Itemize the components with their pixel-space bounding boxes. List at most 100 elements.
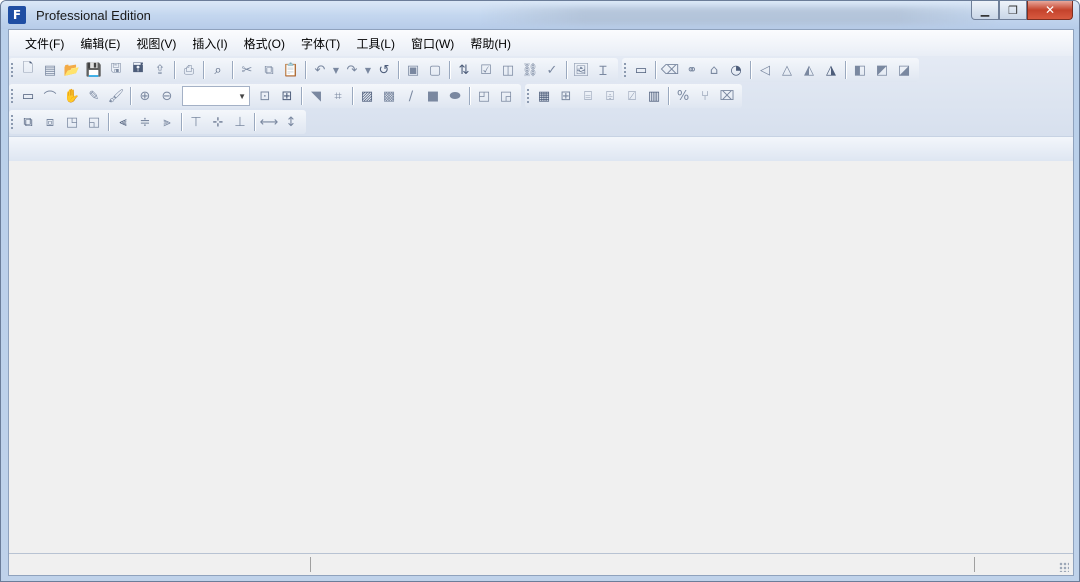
save-icon[interactable]: 💾	[83, 60, 105, 80]
new-icon[interactable]: 🗋	[17, 60, 39, 80]
dropdown-arrow-icon[interactable]: ▼	[331, 60, 341, 80]
table-insert-icon[interactable]: ⊞	[555, 86, 577, 106]
brush-icon[interactable]: 🖌	[105, 86, 127, 106]
resize-grip[interactable]	[1059, 562, 1069, 572]
frame-2-icon[interactable]: ◲	[495, 86, 517, 106]
restore-button[interactable]: ❐	[999, 1, 1027, 20]
app-logo-icon[interactable]: F	[8, 6, 26, 24]
forward-icon[interactable]: ◳	[61, 112, 83, 132]
save-all-icon[interactable]: 🖫	[105, 60, 127, 80]
refresh-icon[interactable]: ↺	[373, 60, 395, 80]
menu-view[interactable]: 视图(V)	[128, 35, 184, 52]
clock-icon[interactable]: ◔	[725, 60, 747, 80]
page-setup-icon[interactable]: ▣	[402, 60, 424, 80]
table-toolbar: ▦ ⊞ ⌸ ⌹ ⍁ ▥% ⑂ ⌧	[525, 84, 742, 108]
grid-select-icon[interactable]: ⊞	[276, 86, 298, 106]
distribute-v-icon[interactable]: ↕	[280, 112, 302, 132]
percent-icon[interactable]: %	[672, 86, 694, 106]
send-back-icon[interactable]: ⧈	[39, 112, 61, 132]
pointer-icon[interactable]: ◥	[305, 86, 327, 106]
menu-help[interactable]: 帮助(H)	[462, 35, 519, 52]
align-left-icon[interactable]: ⫷	[112, 112, 134, 132]
binoculars-icon[interactable]: ⚭	[681, 60, 703, 80]
title-bar[interactable]: F Professional Edition ▁ ❐ ✕	[1, 1, 1079, 29]
layer-3-icon[interactable]: ◪	[893, 60, 915, 80]
save-as-icon[interactable]: 🖬	[127, 60, 149, 80]
formula-bar[interactable]	[9, 136, 1073, 162]
image-icon[interactable]: ▨	[356, 86, 378, 106]
lasso-icon[interactable]: ⌒	[39, 86, 61, 106]
template-icon[interactable]: ▤	[39, 60, 61, 80]
minimize-button[interactable]: ▁	[971, 1, 999, 20]
table-icon[interactable]: ▦	[533, 86, 555, 106]
menu-font[interactable]: 字体(T)	[293, 35, 348, 52]
sort-icon[interactable]: ⇅	[453, 60, 475, 80]
ellipse-icon[interactable]: ⬬	[444, 86, 466, 106]
line-icon[interactable]: ∕	[400, 86, 422, 106]
layer-1-icon[interactable]: ◧	[849, 60, 871, 80]
undo-icon[interactable]: ↶	[309, 60, 331, 80]
chart-icon[interactable]: ▩	[378, 86, 400, 106]
frame-1-icon[interactable]: ◰	[473, 86, 495, 106]
find-icon[interactable]: ⌕	[207, 60, 229, 80]
zoom-combobox[interactable]: ▼	[182, 86, 250, 106]
export-icon[interactable]: ⇪	[149, 60, 171, 80]
menu-insert[interactable]: 插入(I)	[184, 35, 235, 52]
pen-icon[interactable]: ✎	[83, 86, 105, 106]
menu-window[interactable]: 窗口(W)	[403, 35, 462, 52]
align-middle-icon[interactable]: ⊹	[207, 112, 229, 132]
align-shape-4-icon[interactable]: ◮	[820, 60, 842, 80]
page-prop-icon[interactable]: ▢	[424, 60, 446, 80]
select-icon[interactable]: ▭	[17, 86, 39, 106]
table-split-icon[interactable]: ⍁	[621, 86, 643, 106]
bring-front-icon[interactable]: ⧉	[17, 112, 39, 132]
crop-icon[interactable]: ⌗	[327, 86, 349, 106]
zoom-in-icon[interactable]: ⊕	[134, 86, 156, 106]
align-shape-2-icon[interactable]: △	[776, 60, 798, 80]
menu-file[interactable]: 文件(F)	[17, 35, 72, 52]
distribute-h-icon[interactable]: ⟷	[258, 112, 280, 132]
close-button[interactable]: ✕	[1027, 1, 1073, 20]
textbox-icon[interactable]: ◫	[497, 60, 519, 80]
align-top-icon[interactable]: ⊤	[185, 112, 207, 132]
print-icon[interactable]: ⎙	[178, 60, 200, 80]
copy-icon[interactable]: ⧉	[258, 60, 280, 80]
align-right-icon[interactable]: ⫸	[156, 112, 178, 132]
form-icon[interactable]: ▭	[630, 60, 652, 80]
eraser-icon[interactable]: ⌫	[659, 60, 681, 80]
table-merge-icon[interactable]: ▥	[643, 86, 665, 106]
rect-icon[interactable]: ■	[422, 86, 444, 106]
toolbar-separator	[108, 113, 109, 131]
menu-tools[interactable]: 工具(L)	[348, 35, 403, 52]
align-center-icon[interactable]: ≑	[134, 112, 156, 132]
fit-icon[interactable]: ⊡	[254, 86, 276, 106]
stamp-icon[interactable]: ⌂	[703, 60, 725, 80]
text-cursor-icon[interactable]: Ɪ	[592, 60, 614, 80]
align-shape-3-icon[interactable]: ◭	[798, 60, 820, 80]
chevron-down-icon[interactable]: ▼	[238, 92, 246, 101]
picture-icon[interactable]: 🖼	[570, 60, 592, 80]
menu-format[interactable]: 格式(O)	[236, 35, 293, 52]
align-shape-1-icon[interactable]: ◁	[754, 60, 776, 80]
align-bottom-icon[interactable]: ⊥	[229, 112, 251, 132]
document-workspace[interactable]	[9, 161, 1073, 553]
table-cells-icon[interactable]: ⌸	[577, 86, 599, 106]
application-window: F Professional Edition ▁ ❐ ✕ 文件(F) 编辑(E)…	[0, 0, 1080, 582]
no-ok-icon[interactable]: ⌧	[716, 86, 738, 106]
check-icon[interactable]: ✓	[541, 60, 563, 80]
dropdown-arrow-icon[interactable]: ▼	[363, 60, 373, 80]
open-icon[interactable]: 📂	[61, 60, 83, 80]
cut-icon[interactable]: ✂	[236, 60, 258, 80]
table-border-icon[interactable]: ⌹	[599, 86, 621, 106]
tree-icon[interactable]: ⑂	[694, 86, 716, 106]
toolbar-separator	[174, 61, 175, 79]
layer-2-icon[interactable]: ◩	[871, 60, 893, 80]
paste-icon[interactable]: 📋	[280, 60, 302, 80]
hand-icon[interactable]: ✋	[61, 86, 83, 106]
backward-icon[interactable]: ◱	[83, 112, 105, 132]
checkbox-icon[interactable]: ☑	[475, 60, 497, 80]
redo-icon[interactable]: ↷	[341, 60, 363, 80]
link-icon[interactable]: ⛓	[519, 60, 541, 80]
menu-edit[interactable]: 编辑(E)	[72, 35, 128, 52]
zoom-out-icon[interactable]: ⊖	[156, 86, 178, 106]
